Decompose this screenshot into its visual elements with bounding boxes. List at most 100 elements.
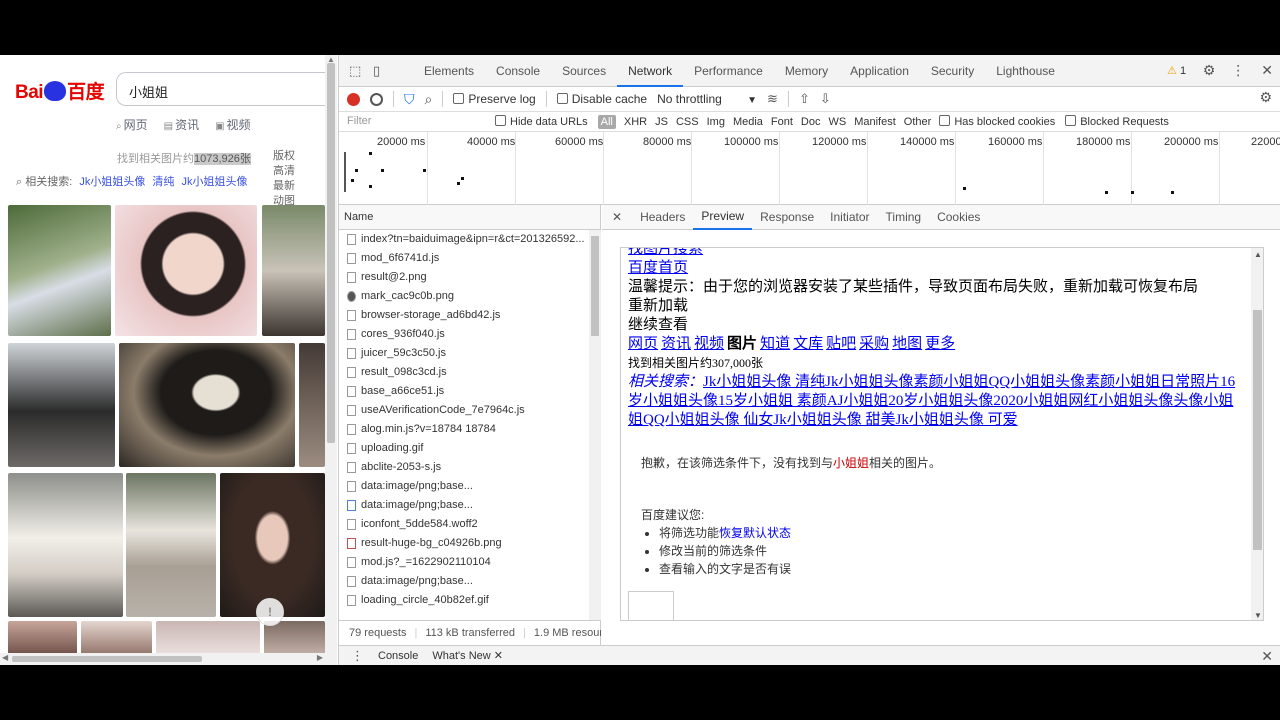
tab-performance[interactable]: Performance (683, 55, 774, 87)
image-thumbnail[interactable] (156, 621, 260, 657)
request-row[interactable]: result_098c3cd.js (339, 363, 589, 382)
inspect-element-icon[interactable]: ⬚ (349, 63, 361, 79)
type-filter-media[interactable]: Media (733, 116, 763, 128)
drawer-tab-console[interactable]: Console (378, 650, 418, 662)
request-row[interactable]: cores_936f040.js (339, 325, 589, 344)
record-button[interactable] (347, 92, 360, 106)
close-icon[interactable]: ✕ (1261, 62, 1273, 79)
type-filter-other[interactable]: Other (904, 116, 932, 128)
tab-timing[interactable]: Timing (878, 205, 930, 229)
scroll-up-icon[interactable]: ▲ (1254, 250, 1262, 259)
request-list-scrollbar[interactable] (589, 230, 601, 620)
request-row[interactable]: browser-storage_ad6bd42.js (339, 306, 589, 325)
clear-button[interactable] (370, 92, 383, 106)
related-link[interactable]: 清纯 (152, 176, 174, 188)
related-link[interactable]: Jk小姐姐头像 (181, 176, 247, 188)
drawer-tab-whats-new[interactable]: What's New ✕ (432, 649, 503, 662)
tab-news[interactable]: ▤ 资讯 (164, 116, 199, 133)
warning-counter[interactable]: ⚠ 1 (1167, 64, 1186, 77)
network-conditions-icon[interactable]: ≋ (767, 91, 778, 107)
scroll-down-icon[interactable]: ▼ (1254, 611, 1262, 620)
request-row[interactable]: result-huge-bg_c04926b.png (339, 534, 589, 553)
restore-default-link[interactable]: 恢复默认状态 (719, 526, 791, 540)
preview-nav-link[interactable]: 知道 (760, 336, 790, 352)
type-filter-font[interactable]: Font (771, 116, 793, 128)
request-row[interactable]: data:image/png;base... (339, 496, 589, 515)
request-row[interactable]: juicer_59c3c50.js (339, 344, 589, 363)
preview-nav-link[interactable]: 资讯 (661, 336, 691, 352)
request-row[interactable]: data:image/png;base... (339, 572, 589, 591)
tab-security[interactable]: Security (920, 55, 985, 87)
preview-nav-link[interactable]: 更多 (925, 336, 955, 352)
preview-link[interactable]: 百度首页 (628, 260, 688, 276)
blocked-requests-checkbox[interactable]: Blocked Requests (1065, 115, 1169, 128)
hide-data-urls-checkbox[interactable]: Hide data URLs (495, 115, 588, 128)
type-filter-css[interactable]: CSS (676, 116, 699, 128)
filter-copyright[interactable]: 版权 (273, 149, 295, 164)
network-settings-gear-icon[interactable]: ⚙ (1259, 89, 1272, 106)
search-input[interactable]: 小姐姐 (116, 72, 328, 106)
tab-preview[interactable]: Preview (693, 204, 753, 230)
scrollbar-thumb[interactable] (1253, 310, 1262, 550)
search-icon[interactable]: ⌕ (425, 91, 433, 108)
tab-response[interactable]: Response (752, 205, 822, 229)
preview-nav-link[interactable]: 贴吧 (826, 336, 856, 352)
request-row[interactable]: index?tn=baiduimage&ipn=r&ct=201326592..… (339, 230, 589, 249)
type-filter-js[interactable]: JS (655, 116, 668, 128)
scroll-left-icon[interactable]: ◀ (2, 653, 8, 662)
feedback-button[interactable]: ! (256, 598, 284, 626)
preview-nav-link[interactable]: 地图 (892, 336, 922, 352)
tab-sources[interactable]: Sources (551, 55, 617, 87)
image-thumbnail[interactable] (126, 473, 216, 617)
request-row[interactable]: mod_6f6741d.js (339, 249, 589, 268)
filter-icon[interactable]: ⛉ (404, 91, 415, 108)
filter-input[interactable]: Filter (345, 113, 495, 131)
network-overview-timeline[interactable]: 20000 ms 40000 ms 60000 ms 80000 ms 1000… (339, 132, 1280, 205)
close-tab-icon[interactable]: ✕ (494, 650, 503, 662)
preview-nav-link[interactable]: 网页 (628, 336, 658, 352)
tab-network[interactable]: Network (617, 55, 684, 87)
type-filter-manifest[interactable]: Manifest (854, 116, 896, 128)
device-toolbar-icon[interactable]: ▯ (373, 63, 380, 79)
filter-latest[interactable]: 最新 (273, 179, 295, 194)
preview-nav-link[interactable]: 文库 (793, 336, 823, 352)
page-horizontal-scrollbar[interactable]: ◀ ▶ (0, 653, 325, 665)
tab-web[interactable]: ⌕ 网页 (116, 116, 148, 133)
page-vertical-scrollbar[interactable]: ▲ (325, 55, 337, 665)
preview-scrollbar[interactable]: ▲ ▼ (1251, 248, 1263, 620)
request-row[interactable]: mark_cac9c0b.png (339, 287, 589, 306)
request-row[interactable]: useAVerificationCode_7e7964c.js (339, 401, 589, 420)
close-drawer-icon[interactable]: ✕ (1261, 648, 1273, 665)
throttling-select[interactable]: No throttling ▼ (657, 92, 757, 106)
request-row[interactable]: uploading.gif (339, 439, 589, 458)
request-row[interactable]: loading_circle_40b82ef.gif (339, 591, 589, 610)
scrollbar-thumb[interactable] (327, 63, 335, 443)
image-thumbnail[interactable] (8, 621, 77, 657)
preserve-log-checkbox[interactable]: Preserve log (453, 92, 536, 106)
tab-video[interactable]: ▣ 视频 (215, 116, 250, 133)
image-thumbnail[interactable] (115, 205, 257, 336)
image-thumbnail[interactable] (264, 621, 325, 657)
scroll-right-icon[interactable]: ▶ (317, 653, 323, 662)
request-row[interactable]: alog.min.js?v=18784 18784 (339, 420, 589, 439)
settings-gear-icon[interactable]: ⚙ (1203, 62, 1216, 79)
import-har-icon[interactable]: ⇧ (799, 91, 810, 107)
image-thumbnail[interactable] (8, 343, 115, 467)
request-row[interactable]: mod.js?_=1622902110104 (339, 553, 589, 572)
request-row[interactable]: base_a66ce51.js (339, 382, 589, 401)
tab-application[interactable]: Application (839, 55, 920, 87)
image-thumbnail[interactable] (262, 205, 325, 336)
type-filter-img[interactable]: Img (707, 116, 725, 128)
preview-nav-link[interactable]: 视频 (694, 336, 724, 352)
name-column-header[interactable]: Name (339, 205, 600, 230)
request-row[interactable]: abclite-2053-s.js (339, 458, 589, 477)
has-blocked-cookies-checkbox[interactable]: Has blocked cookies (939, 115, 1055, 128)
image-thumbnail[interactable] (8, 205, 111, 336)
request-row[interactable]: data:image/png;base... (339, 477, 589, 496)
image-thumbnail[interactable] (81, 621, 152, 657)
tab-elements[interactable]: Elements (413, 55, 485, 87)
preview-related-links[interactable]: Jk小姐姐头像 清纯Jk小姐姐头像素颜小姐姐QQ小姐姐头像素颜小姐姐日常照片16… (628, 374, 1235, 428)
close-detail-icon[interactable]: ✕ (602, 210, 632, 224)
scrollbar-thumb[interactable] (591, 236, 599, 336)
request-row[interactable]: result@2.png (339, 268, 589, 287)
